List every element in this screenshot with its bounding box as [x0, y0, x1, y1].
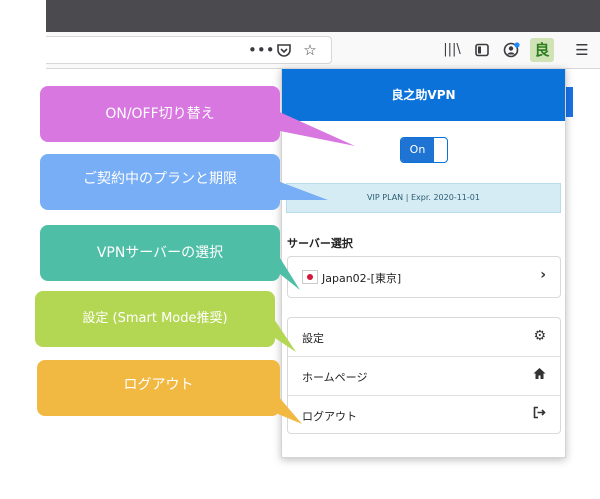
hamburger-menu-icon[interactable]: ☰	[572, 40, 592, 60]
popup-menu: 設定 ⚙ ホームページ ログアウト	[287, 317, 561, 434]
vpn-toggle[interactable]: On	[400, 137, 448, 163]
toggle-on-label: On	[401, 138, 434, 162]
pocket-icon[interactable]	[274, 40, 294, 60]
callout-server: VPNサーバーの選択	[40, 225, 280, 281]
page-background-element	[565, 87, 573, 117]
home-icon	[533, 367, 546, 384]
library-icon[interactable]: |||\	[442, 40, 462, 60]
callout-toggle: ON/OFF切り替え	[40, 86, 280, 142]
server-select[interactable]: Japan02-[東京] ›	[287, 256, 561, 298]
callout-settings: 設定 (Smart Mode推奨)	[35, 291, 275, 347]
server-value: Japan02-[東京]	[322, 272, 402, 285]
star-icon[interactable]: ☆	[300, 40, 320, 60]
logout-icon	[533, 406, 546, 423]
gear-icon: ⚙	[533, 328, 546, 344]
vpn-popup: 良之助VPN On VIP PLAN | Expr. 2020-11-01 サー…	[281, 68, 566, 458]
sidebar-icon[interactable]	[472, 40, 492, 60]
plan-status-box: VIP PLAN | Expr. 2020-11-01	[286, 183, 561, 213]
menu-item-logout[interactable]: ログアウト	[288, 396, 560, 435]
callout-plan: ご契約中のプランと期限	[40, 154, 280, 210]
account-icon[interactable]	[502, 40, 522, 60]
menu-item-homepage[interactable]: ホームページ	[288, 357, 560, 396]
browser-tab-strip	[46, 0, 600, 32]
menu-item-settings[interactable]: 設定 ⚙	[288, 318, 560, 357]
server-section-title: サーバー選択	[287, 237, 353, 250]
popup-title: 良之助VPN	[282, 69, 565, 121]
menu-item-label: ログアウト	[302, 410, 357, 423]
chevron-right-icon: ›	[540, 267, 546, 283]
callout-logout: ログアウト	[37, 360, 280, 416]
ellipsis-icon[interactable]: •••	[248, 40, 275, 60]
menu-item-label: ホームページ	[302, 371, 368, 384]
vpn-extension-button[interactable]: 良	[530, 38, 554, 62]
japan-flag-icon	[302, 270, 318, 284]
menu-item-label: 設定	[302, 332, 324, 345]
